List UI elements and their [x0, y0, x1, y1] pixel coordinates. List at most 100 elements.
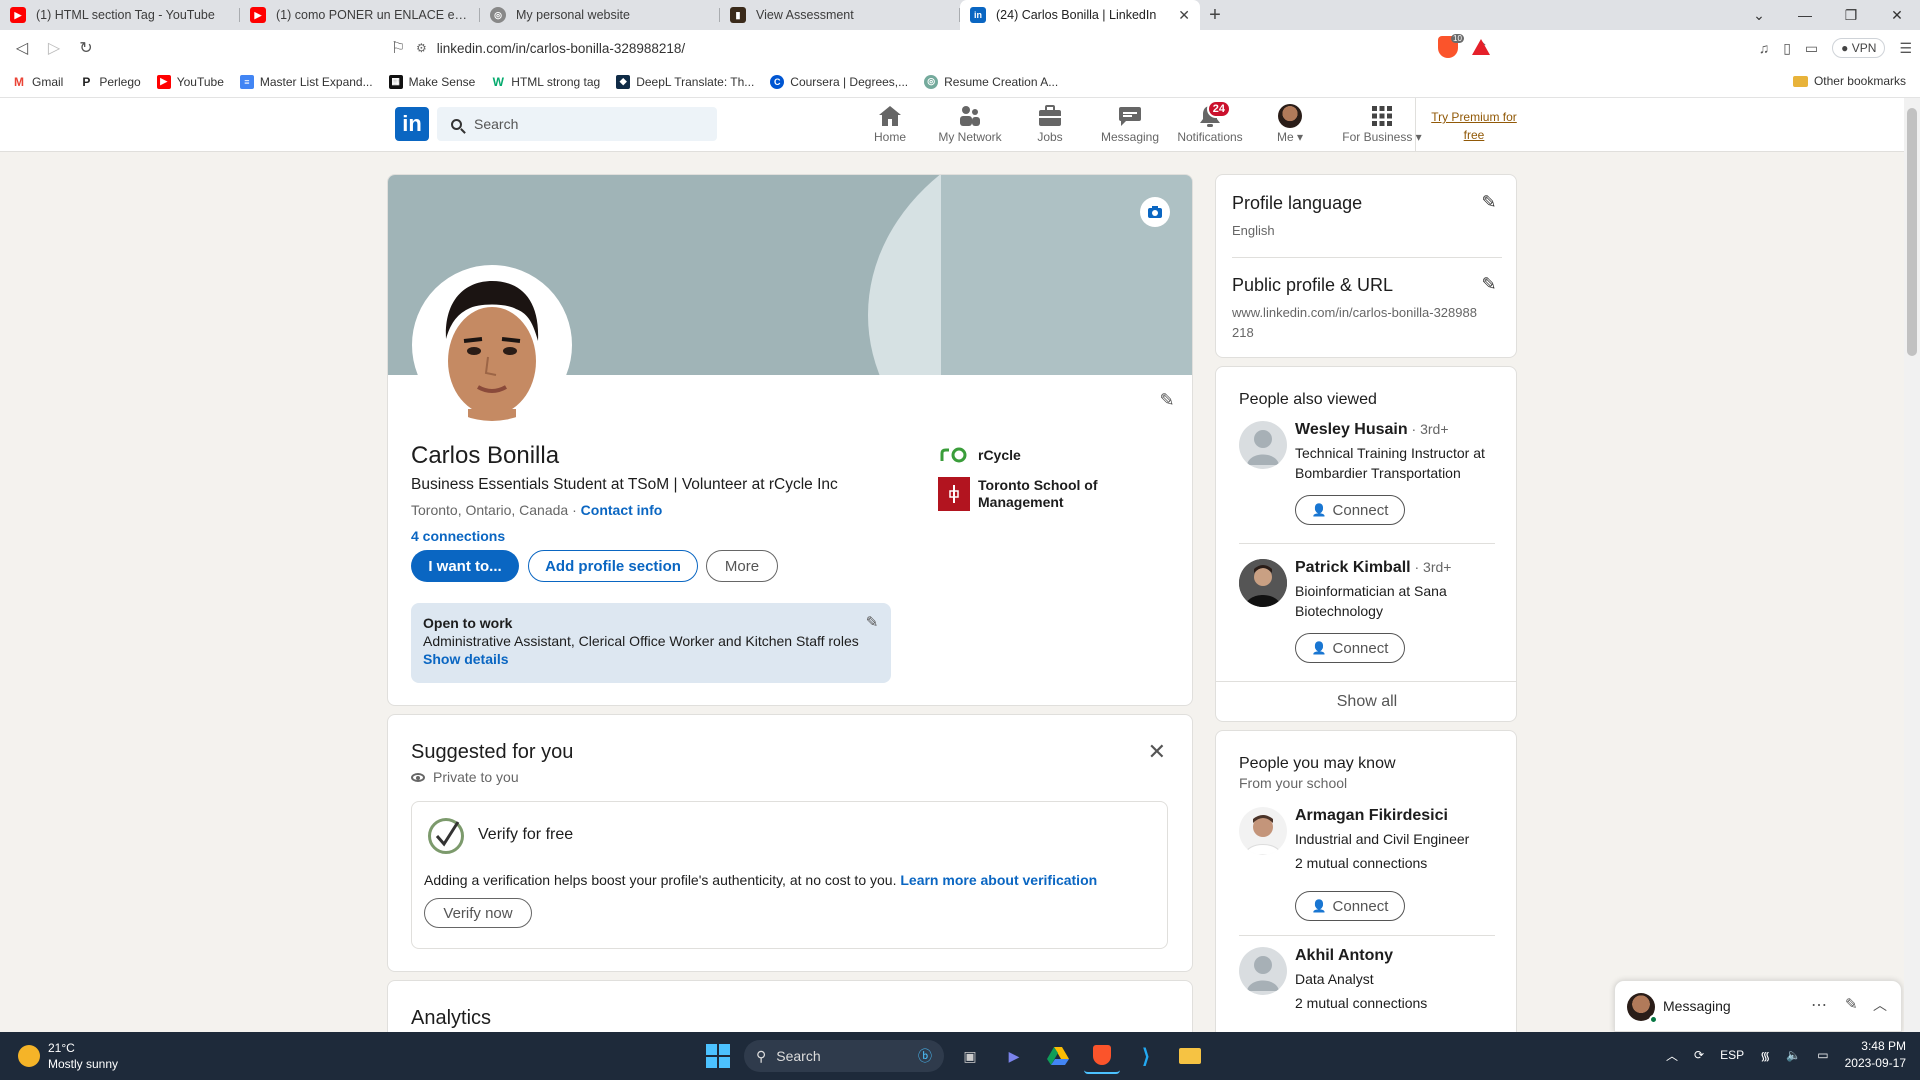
taskbar-search-label: Search	[776, 1048, 821, 1064]
back-icon[interactable]: ◁	[6, 32, 38, 64]
bookmark-html-strong[interactable]: W HTML strong tag	[491, 74, 601, 89]
nav-label: Notifications	[1177, 130, 1243, 144]
learn-more-verification-link[interactable]: Learn more about verification	[900, 872, 1097, 888]
divider	[1232, 257, 1502, 258]
bookmark-master-list[interactable]: ≡ Master List Expand...	[239, 74, 373, 89]
close-tab-icon[interactable]: ✕	[1178, 7, 1190, 24]
volume-icon[interactable]: 🔈	[1786, 1048, 1801, 1062]
restore-icon[interactable]: ❐	[1828, 0, 1874, 30]
file-explorer-icon[interactable]	[1172, 1038, 1208, 1074]
edit-url-pencil-icon[interactable]: ✎	[1478, 273, 1500, 295]
edit-intro-pencil-icon[interactable]: ✎	[1156, 389, 1178, 411]
i-want-to-button[interactable]: I want to...	[411, 550, 519, 582]
nav-jobs[interactable]: Jobs	[1010, 104, 1090, 144]
person-name[interactable]: Wesley Husain · 3rd+	[1295, 421, 1449, 439]
nav-label: Home	[873, 130, 906, 144]
taskbar-search-input[interactable]: ⚲ Search ⓑ	[744, 1040, 944, 1072]
wifi-icon[interactable]: ᯾	[1760, 1047, 1770, 1064]
chevron-up-icon[interactable]: ︿	[1873, 995, 1887, 1015]
battery-icon[interactable]: ▭	[1817, 1048, 1828, 1062]
bookmark-resume[interactable]: ◎ Resume Creation A...	[924, 74, 1058, 89]
bookmark-label: HTML strong tag	[511, 74, 601, 89]
bookmark-coursera[interactable]: C Coursera | Degrees,...	[770, 74, 908, 89]
browser-tab[interactable]: ◎ My personal website	[480, 0, 720, 30]
browser-tab[interactable]: ▶ (1) como PONER un ENLACE en una IMAGEN	[240, 0, 480, 30]
connect-button[interactable]: 👤 Connect	[1295, 633, 1405, 663]
show-all-button[interactable]: Show all	[1216, 693, 1516, 711]
chatgpt-icon: ◎	[924, 74, 939, 89]
edit-cover-camera-icon[interactable]	[1140, 197, 1170, 227]
more-button[interactable]: More	[706, 550, 778, 582]
experience-rcycle[interactable]: rCycle	[938, 439, 1021, 471]
brave-browser-icon[interactable]	[1084, 1038, 1120, 1074]
messaging-overlay[interactable]: Messaging ⋯ ✎ ︿	[1614, 980, 1902, 1032]
bookmark-perlego[interactable]: P Perlego	[79, 74, 141, 89]
show-details-link[interactable]: Show details	[423, 651, 879, 667]
teams-icon[interactable]: ▶	[996, 1038, 1032, 1074]
bookmark-gmail[interactable]: M Gmail	[12, 74, 63, 89]
person-name[interactable]: Armagan Fikirdesici	[1295, 807, 1448, 825]
new-tab-button[interactable]: +	[1200, 0, 1230, 30]
profile-photo[interactable]	[412, 265, 572, 425]
nav-me[interactable]: Me ▾	[1250, 104, 1330, 144]
edit-language-pencil-icon[interactable]: ✎	[1478, 191, 1500, 213]
tsom-logo	[938, 477, 970, 511]
edit-open-to-work-pencil-icon[interactable]: ✎	[861, 611, 883, 633]
avatar	[1239, 807, 1287, 855]
google-drive-icon[interactable]	[1040, 1038, 1076, 1074]
verify-now-button[interactable]: Verify now	[424, 898, 532, 928]
url-field[interactable]: ⚙ linkedin.com/in/carlos-bonilla-3289882…	[410, 34, 1500, 62]
tab-search-icon[interactable]: ⌄	[1736, 0, 1782, 30]
try-premium-link[interactable]: Try Premium for free	[1428, 108, 1520, 144]
sync-icon[interactable]: ⟳	[1694, 1048, 1704, 1062]
more-options-icon[interactable]: ⋯	[1811, 995, 1827, 1015]
nav-for-business[interactable]: For Business ▾	[1342, 104, 1422, 144]
brave-rewards-icon[interactable]	[1472, 39, 1490, 55]
linkedin-logo-icon[interactable]: in	[395, 107, 429, 141]
close-window-icon[interactable]: ✕	[1874, 0, 1920, 30]
browser-tab[interactable]: ▶ (1) HTML section Tag - YouTube	[0, 0, 240, 30]
clock[interactable]: 3:48 PM 2023-09-17	[1845, 1038, 1906, 1072]
browser-tab-active[interactable]: in (24) Carlos Bonilla | LinkedIn ✕	[960, 0, 1200, 30]
connect-button[interactable]: 👤 Connect	[1295, 495, 1405, 525]
nav-notifications[interactable]: 24 Notifications	[1170, 100, 1250, 144]
start-windows-icon[interactable]	[700, 1038, 736, 1074]
weather-widget[interactable]: 21°C Mostly sunny	[18, 1040, 118, 1072]
other-bookmarks[interactable]: Other bookmarks	[1792, 74, 1906, 88]
bookmark-label: Master List Expand...	[259, 74, 373, 89]
profile-location-line: Toronto, Ontario, Canada · Contact info	[411, 502, 662, 518]
reload-icon[interactable]: ↻	[70, 32, 102, 64]
search-input[interactable]: Search	[437, 107, 717, 141]
close-icon[interactable]: ✕	[1148, 739, 1166, 765]
nav-home[interactable]: Home	[850, 104, 930, 144]
vpn-button[interactable]: ● VPN	[1832, 38, 1886, 58]
scrollbar-thumb[interactable]	[1907, 108, 1917, 356]
media-icon[interactable]: ♫	[1759, 40, 1770, 56]
wallet-icon[interactable]: ▭	[1805, 40, 1818, 57]
nav-messaging[interactable]: Messaging	[1090, 104, 1170, 144]
contact-info-link[interactable]: Contact info	[581, 502, 663, 518]
vscode-icon[interactable]: ⟩	[1128, 1038, 1164, 1074]
compose-icon[interactable]: ✎	[1845, 995, 1858, 1013]
bookmark-deepl[interactable]: ◆ DeepL Translate: Th...	[616, 74, 754, 89]
bookmark-make-sense[interactable]: ▦ Make Sense	[388, 74, 475, 89]
open-to-work-box[interactable]: Open to work Administrative Assistant, C…	[411, 603, 891, 683]
site-settings-icon[interactable]: ⚙	[416, 41, 427, 55]
connect-button[interactable]: 👤 Connect	[1295, 891, 1405, 921]
browser-tab[interactable]: ▮ View Assessment	[720, 0, 960, 30]
bookmark-youtube[interactable]: ▶ YouTube	[156, 74, 224, 89]
education-tsom[interactable]: Toronto School of Management	[938, 477, 1118, 511]
connections-link[interactable]: 4 connections	[411, 528, 505, 544]
person-name[interactable]: Patrick Kimball · 3rd+	[1295, 559, 1451, 577]
add-profile-section-button[interactable]: Add profile section	[528, 550, 698, 582]
language-indicator[interactable]: ESP	[1720, 1048, 1744, 1062]
person-name[interactable]: Akhil Antony	[1295, 947, 1393, 965]
sidebar-icon[interactable]: ▯	[1783, 40, 1791, 57]
task-view-icon[interactable]: ▣	[952, 1038, 988, 1074]
chevron-up-icon[interactable]: ︿	[1666, 1047, 1678, 1064]
page-scrollbar[interactable]	[1904, 98, 1920, 1032]
minimize-icon[interactable]: —	[1782, 0, 1828, 30]
menu-icon[interactable]: ☰	[1899, 40, 1912, 57]
nav-my-network[interactable]: My Network	[930, 104, 1010, 144]
forward-icon[interactable]: ▷	[38, 32, 70, 64]
